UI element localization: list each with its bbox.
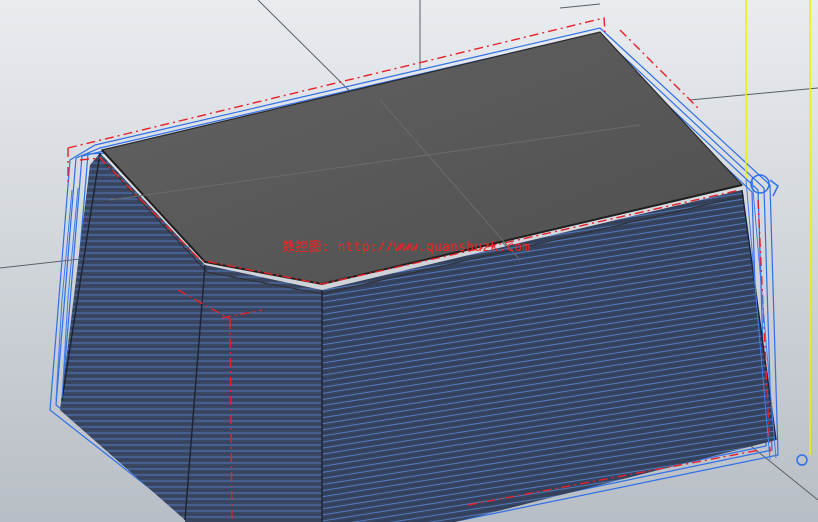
cam-3d-viewport[interactable]: 数控图: http://www.quanshuzk.com [0,0,818,522]
watermark-text: 数控图: http://www.quanshuzk.com [282,240,531,255]
front-left-wall [185,265,322,522]
toolpath-scene[interactable] [0,0,818,522]
